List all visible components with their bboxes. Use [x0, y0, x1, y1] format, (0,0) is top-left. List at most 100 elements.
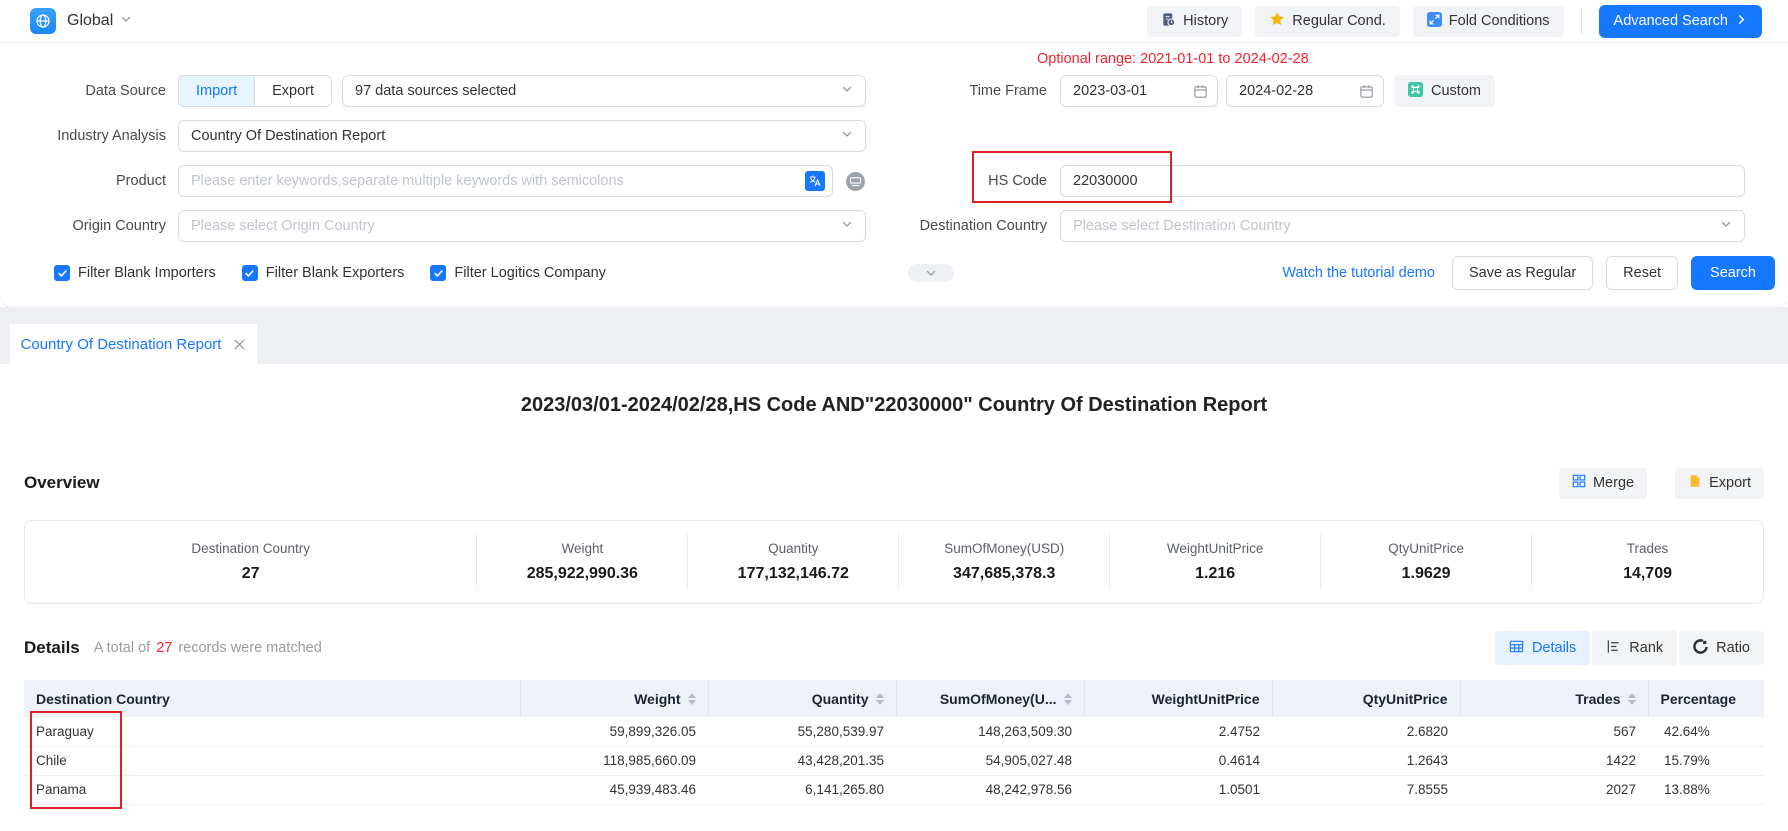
origin-country-select[interactable]: Please select Origin Country	[178, 210, 866, 242]
overview-header: Overview Merge Export	[24, 466, 1764, 500]
origin-country-label: Origin Country	[24, 218, 178, 234]
matched-prefix: A total of	[94, 640, 150, 656]
topbar: Global History Regular Cond. Fol	[0, 0, 1788, 43]
advanced-search-button[interactable]: Advanced Search	[1599, 5, 1762, 38]
import-segment[interactable]: Import	[179, 76, 254, 106]
col-trades[interactable]: Trades	[1460, 680, 1648, 717]
filter-blank-exporters-checkbox[interactable]: Filter Blank Exporters	[242, 265, 405, 281]
view-rank-button[interactable]: Rank	[1592, 631, 1677, 665]
stat-qty-unit-price: QtyUnitPrice 1.9629	[1321, 534, 1532, 590]
merge-button[interactable]: Merge	[1559, 468, 1647, 499]
start-date-value[interactable]	[1061, 83, 1171, 99]
cell-trades: 1422	[1460, 746, 1648, 775]
col-percentage[interactable]: Percentage	[1648, 680, 1764, 717]
export-label: Export	[1709, 475, 1751, 491]
data-sources-select[interactable]: 97 data sources selected	[342, 75, 866, 107]
sort-icon	[1064, 693, 1072, 705]
col-weight-unit-price[interactable]: WeightUnitPrice	[1084, 680, 1272, 717]
cell-trades: 567	[1460, 717, 1648, 746]
cell-percentage: 13.88%	[1648, 775, 1764, 804]
col-label: Destination Country	[36, 691, 170, 707]
custom-range-button[interactable]: Custom	[1394, 75, 1495, 107]
view-ratio-button[interactable]: Ratio	[1679, 631, 1764, 665]
col-sum-of-money[interactable]: SumOfMoney(U...	[896, 680, 1084, 717]
report-title: 2023/03/01-2024/02/28,HS Code AND"220300…	[24, 394, 1764, 422]
export-icon	[1688, 474, 1702, 492]
checkbox-checked-icon	[242, 265, 258, 281]
stat-value: 1.216	[1195, 565, 1235, 583]
checkbox-label: Filter Blank Exporters	[266, 265, 405, 281]
filter-blank-importers-checkbox[interactable]: Filter Blank Importers	[54, 265, 216, 281]
view-label: Details	[1532, 640, 1576, 656]
fold-conditions-label: Fold Conditions	[1449, 13, 1550, 29]
custom-label: Custom	[1431, 83, 1481, 99]
col-destination-country[interactable]: Destination Country	[24, 680, 520, 717]
cell-sum-of-money: 148,263,509.30	[896, 717, 1084, 746]
close-icon[interactable]	[233, 338, 246, 351]
report-content: 2023/03/01-2024/02/28,HS Code AND"220300…	[0, 364, 1788, 805]
col-label: Percentage	[1661, 691, 1736, 707]
col-qty-unit-price[interactable]: QtyUnitPrice	[1272, 680, 1460, 717]
export-button[interactable]: Export	[1675, 468, 1764, 499]
ratio-pie-icon	[1693, 639, 1708, 658]
stat-value: 14,709	[1623, 565, 1672, 583]
tutorial-link[interactable]: Watch the tutorial demo	[1282, 265, 1435, 281]
stat-label: WeightUnitPrice	[1167, 541, 1264, 556]
export-segment[interactable]: Export	[254, 76, 331, 106]
sort-icon	[876, 693, 884, 705]
matched-suffix: records were matched	[178, 640, 321, 656]
history-label: History	[1183, 13, 1228, 29]
translate-icon[interactable]	[805, 171, 825, 191]
stat-sum-of-money: SumOfMoney(USD) 347,685,378.3	[899, 534, 1110, 590]
checkbox-label: Filter Logitics Company	[454, 265, 606, 281]
table-row[interactable]: Panama 45,939,483.46 6,141,265.80 48,242…	[24, 775, 1764, 804]
cell-country: Chile	[24, 746, 520, 775]
cell-weight: 118,985,660.09	[520, 746, 708, 775]
details-table: Destination Country Weight Quantity SumO…	[24, 680, 1764, 805]
stat-label: Weight	[561, 541, 603, 556]
region-selector-label[interactable]: Global	[67, 12, 113, 30]
view-details-button[interactable]: Details	[1495, 631, 1590, 665]
page: Global History Regular Cond. Fol	[0, 0, 1788, 831]
stat-value: 177,132,146.72	[738, 565, 849, 583]
cell-quantity: 43,428,201.35	[708, 746, 896, 775]
calendar-icon[interactable]	[1359, 84, 1374, 99]
stat-destination-country: Destination Country 27	[25, 534, 477, 590]
merge-label: Merge	[1593, 475, 1634, 491]
expand-conditions-button[interactable]	[908, 264, 954, 282]
matched-records-text: A total of 27 records were matched	[94, 640, 322, 656]
cell-weight: 59,899,326.05	[520, 717, 708, 746]
calendar-icon[interactable]	[1193, 84, 1208, 99]
chevron-down-icon[interactable]	[120, 12, 132, 30]
stat-weight-unit-price: WeightUnitPrice 1.216	[1110, 534, 1321, 590]
reset-button[interactable]: Reset	[1606, 256, 1678, 290]
filter-panel: Optional range: 2021-01-01 to 2024-02-28…	[0, 43, 1788, 307]
details-heading: Details	[24, 638, 80, 658]
filter-logitics-company-checkbox[interactable]: Filter Logitics Company	[430, 265, 606, 281]
table-row[interactable]: Chile 118,985,660.09 43,428,201.35 54,90…	[24, 746, 1764, 775]
product-input[interactable]	[178, 165, 833, 197]
col-label: QtyUnitPrice	[1363, 691, 1448, 707]
history-button[interactable]: History	[1147, 6, 1242, 37]
hs-code-input[interactable]	[1060, 165, 1745, 197]
regular-cond-button[interactable]: Regular Cond.	[1255, 6, 1400, 37]
tab-label: Country Of Destination Report	[21, 336, 222, 353]
fold-conditions-button[interactable]: Fold Conditions	[1413, 6, 1564, 37]
sort-icon	[1628, 693, 1636, 705]
destination-country-select[interactable]: Please select Destination Country	[1060, 210, 1745, 242]
keyboard-icon[interactable]	[845, 171, 866, 192]
tab-country-of-destination-report[interactable]: Country Of Destination Report	[10, 324, 257, 364]
search-button[interactable]: Search	[1691, 256, 1775, 290]
col-weight[interactable]: Weight	[520, 680, 708, 717]
end-date-input[interactable]	[1226, 75, 1384, 107]
stat-quantity: Quantity 177,132,146.72	[688, 534, 899, 590]
table-row[interactable]: Paraguay 59,899,326.05 55,280,539.97 148…	[24, 717, 1764, 746]
end-date-value[interactable]	[1227, 83, 1337, 99]
cell-weight-unit-price: 1.0501	[1084, 775, 1272, 804]
merge-icon	[1572, 474, 1586, 492]
save-as-regular-button[interactable]: Save as Regular	[1452, 256, 1593, 290]
cell-quantity: 6,141,265.80	[708, 775, 896, 804]
col-quantity[interactable]: Quantity	[708, 680, 896, 717]
industry-analysis-select[interactable]: Country Of Destination Report	[178, 120, 866, 152]
start-date-input[interactable]	[1060, 75, 1218, 107]
